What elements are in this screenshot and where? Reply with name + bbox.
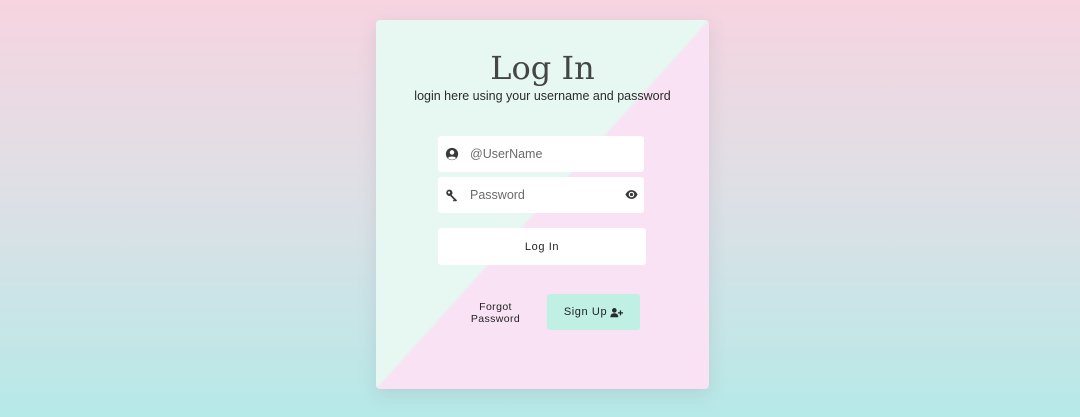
login-subtitle: login here using your username and passw… <box>414 89 671 103</box>
forgot-password-line1: Forgot <box>479 301 512 313</box>
password-input[interactable] <box>470 177 620 213</box>
page-title: Log In <box>490 49 595 87</box>
login-button[interactable]: Log In <box>438 228 646 265</box>
username-input[interactable] <box>470 136 620 172</box>
signup-button[interactable]: Sign Up <box>547 294 640 330</box>
forgot-password-link[interactable]: Forgot Password <box>462 301 529 325</box>
username-field[interactable] <box>438 136 644 172</box>
user-circle-icon <box>445 147 459 161</box>
forgot-password-line2: Password <box>470 313 521 325</box>
key-icon <box>446 189 458 202</box>
password-field[interactable] <box>438 177 644 213</box>
signup-button-label: Sign Up <box>563 306 608 318</box>
eye-icon[interactable] <box>625 188 638 201</box>
user-plus-icon <box>610 307 624 317</box>
login-card: Log In login here using your username an… <box>376 20 709 389</box>
